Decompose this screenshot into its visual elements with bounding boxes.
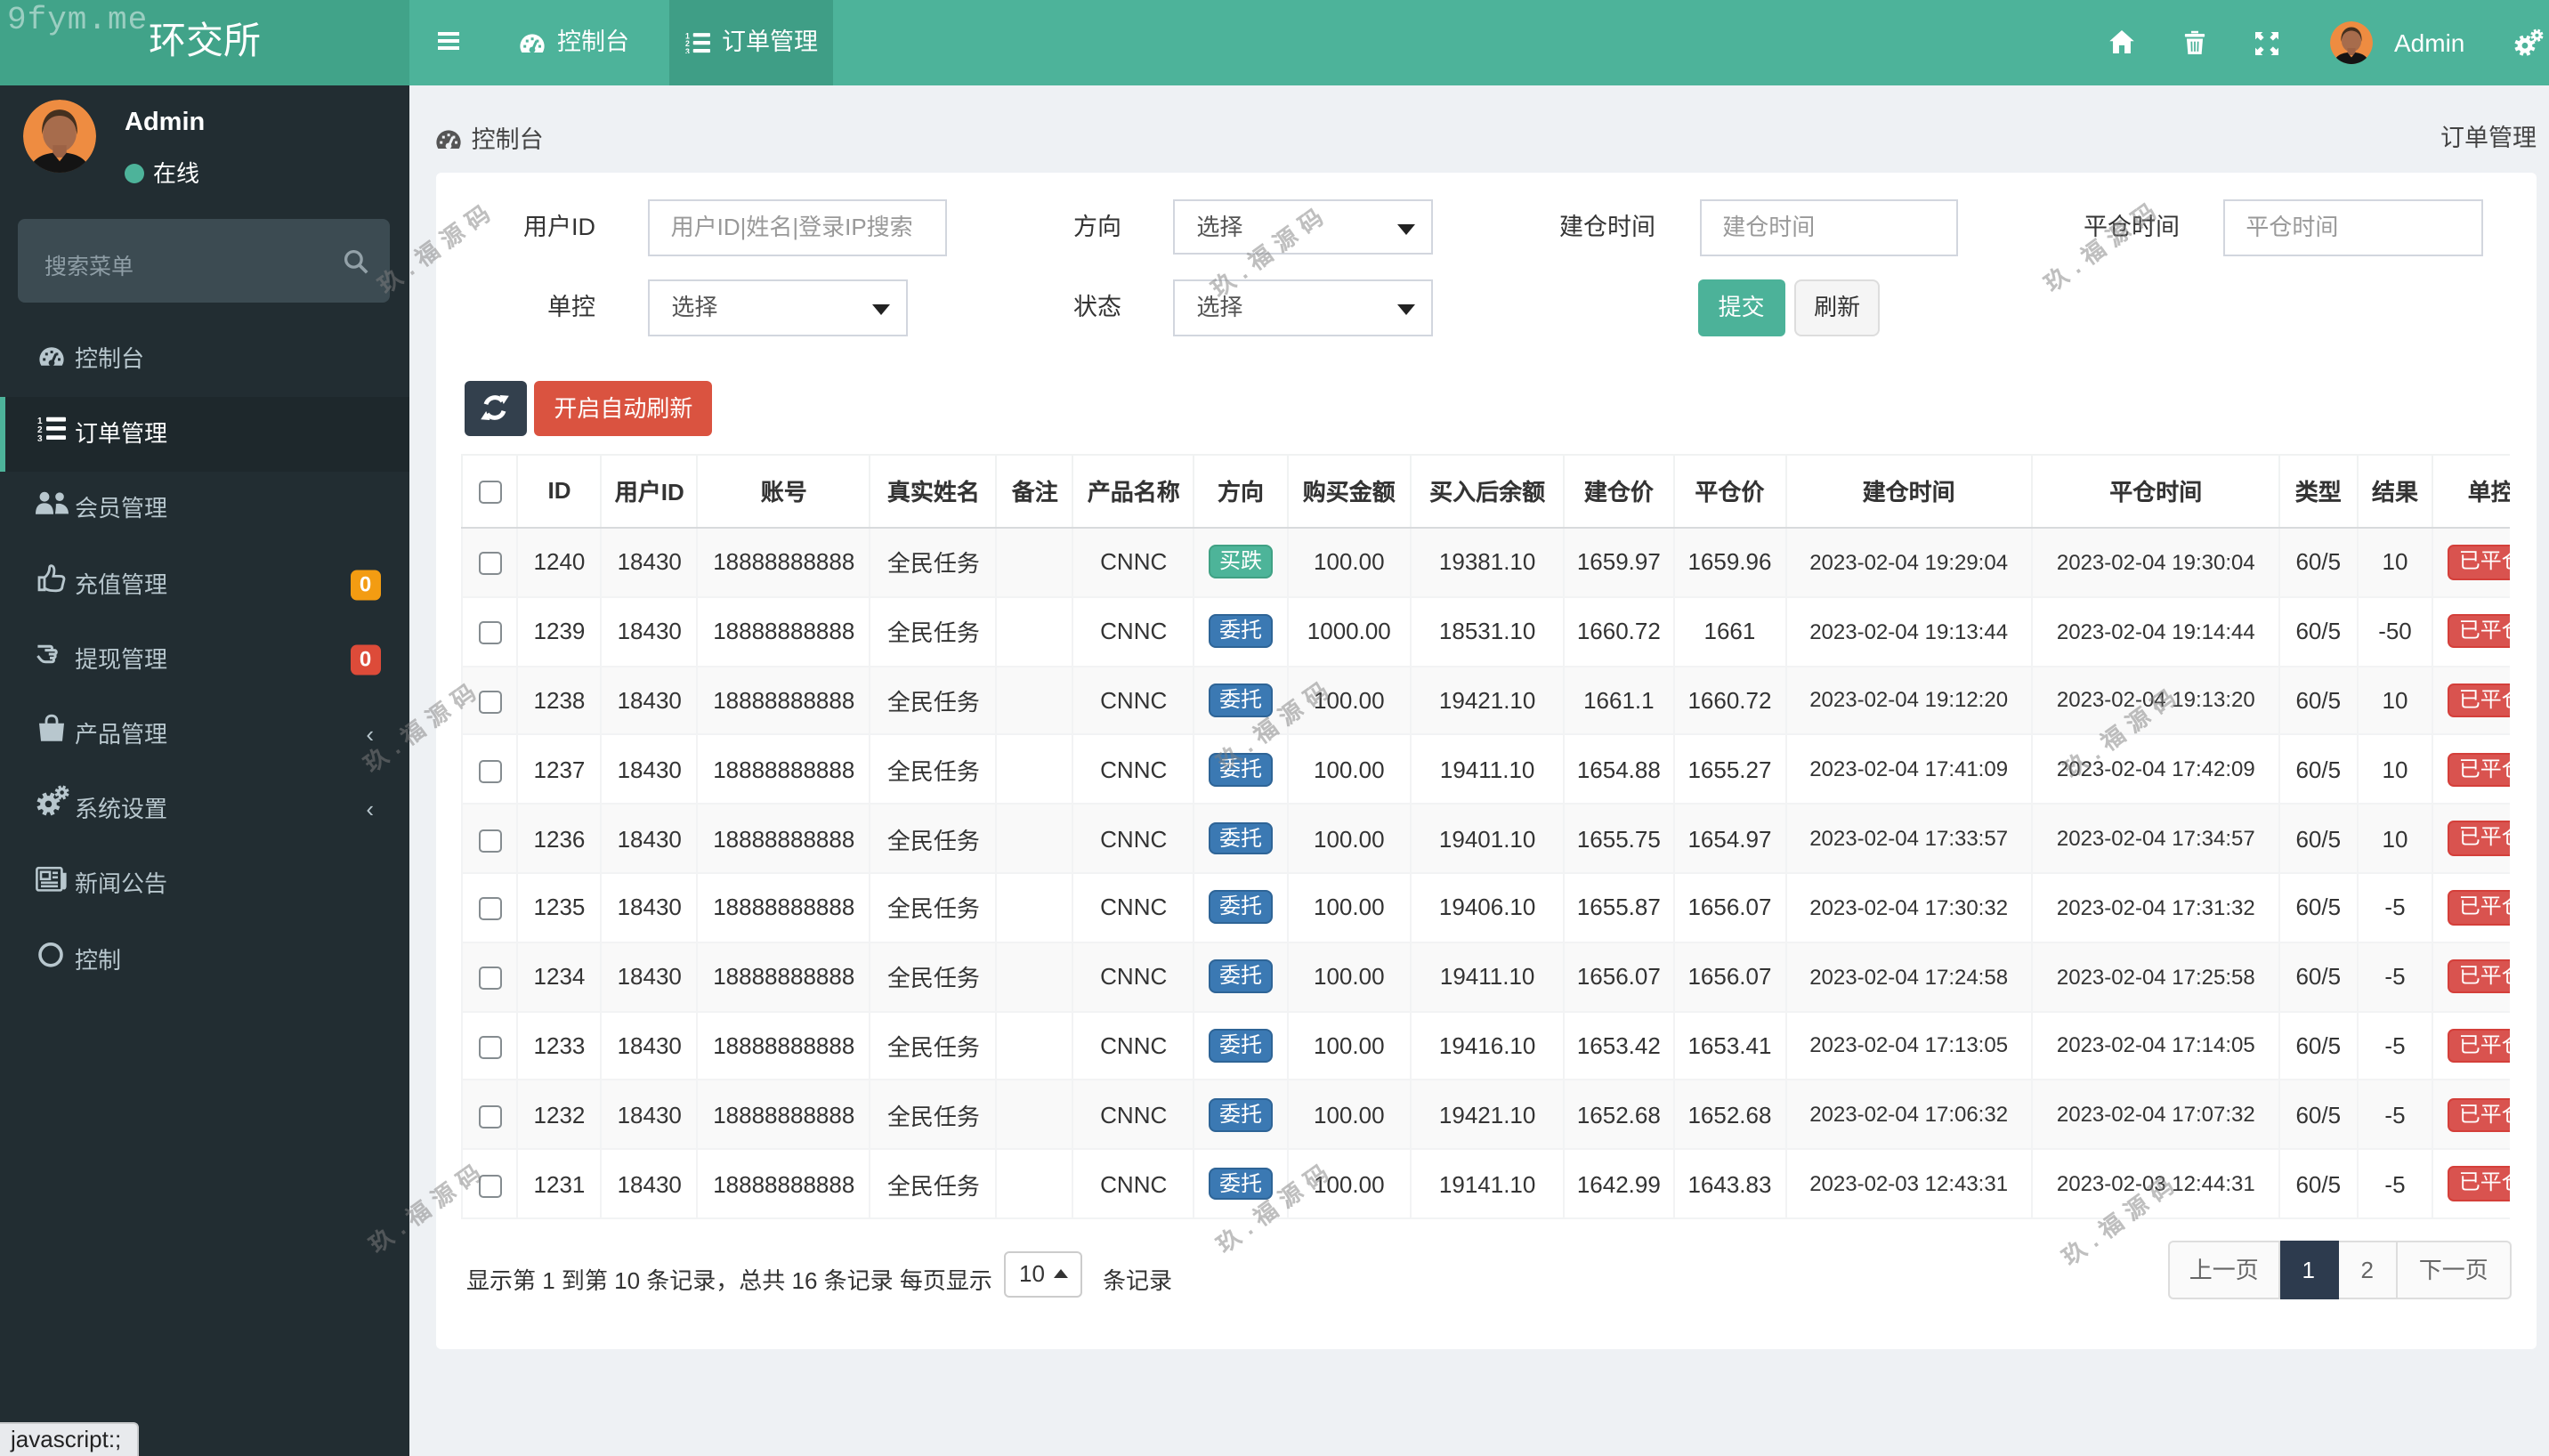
svg-text:3: 3 xyxy=(36,434,42,441)
svg-text:3: 3 xyxy=(684,46,689,53)
